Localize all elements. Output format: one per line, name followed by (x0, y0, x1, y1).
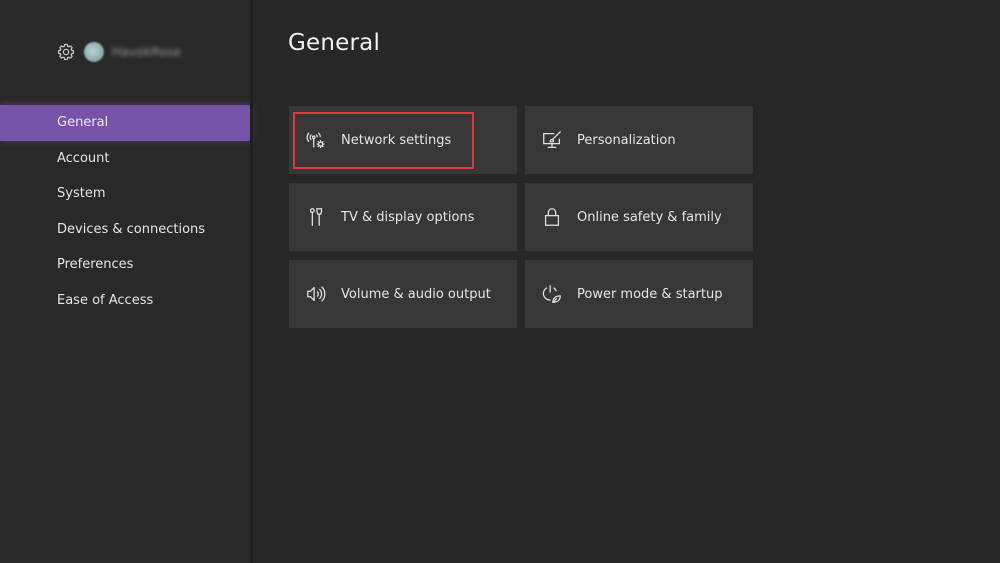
monitor-brush-icon (541, 129, 563, 151)
sidebar-item-system[interactable]: System (0, 176, 251, 212)
tile-online-safety-family[interactable]: Online safety & family (525, 183, 753, 251)
tile-label: Network settings (341, 132, 452, 148)
sidebar: HavokRose General Account System Devices… (0, 0, 251, 563)
sidebar-item-ease-of-access[interactable]: Ease of Access (0, 283, 251, 319)
profile-header: HavokRose (56, 40, 181, 64)
tile-label: TV & display options (341, 209, 475, 225)
sidebar-item-general[interactable]: General (0, 105, 251, 141)
sidebar-item-preferences[interactable]: Preferences (0, 247, 251, 283)
network-gear-icon (305, 129, 327, 151)
lock-icon (541, 206, 563, 228)
page-title: General (288, 30, 381, 56)
hdmi-cable-icon (305, 206, 327, 228)
sidebar-nav: General Account System Devices & connect… (0, 105, 251, 318)
tile-label: Online safety & family (577, 209, 722, 225)
tile-tv-display-options[interactable]: TV & display options (289, 183, 517, 251)
tile-volume-audio-output[interactable]: Volume & audio output (289, 260, 517, 328)
avatar[interactable] (84, 42, 104, 62)
username: HavokRose (112, 45, 182, 59)
tile-power-mode-startup[interactable]: Power mode & startup (525, 260, 753, 328)
sidebar-item-account[interactable]: Account (0, 141, 251, 177)
tile-label: Volume & audio output (341, 286, 491, 302)
tile-label: Personalization (577, 132, 676, 148)
tile-label: Power mode & startup (577, 286, 723, 302)
xbox-settings-screen: HavokRose General Account System Devices… (0, 0, 1000, 563)
power-leaf-icon (541, 283, 563, 305)
tile-personalization[interactable]: Personalization (525, 106, 753, 174)
gear-icon[interactable] (56, 42, 76, 62)
speaker-icon (305, 283, 327, 305)
sidebar-divider (250, 0, 253, 563)
tile-network-settings[interactable]: Network settings (289, 106, 517, 174)
sidebar-item-devices-connections[interactable]: Devices & connections (0, 212, 251, 248)
